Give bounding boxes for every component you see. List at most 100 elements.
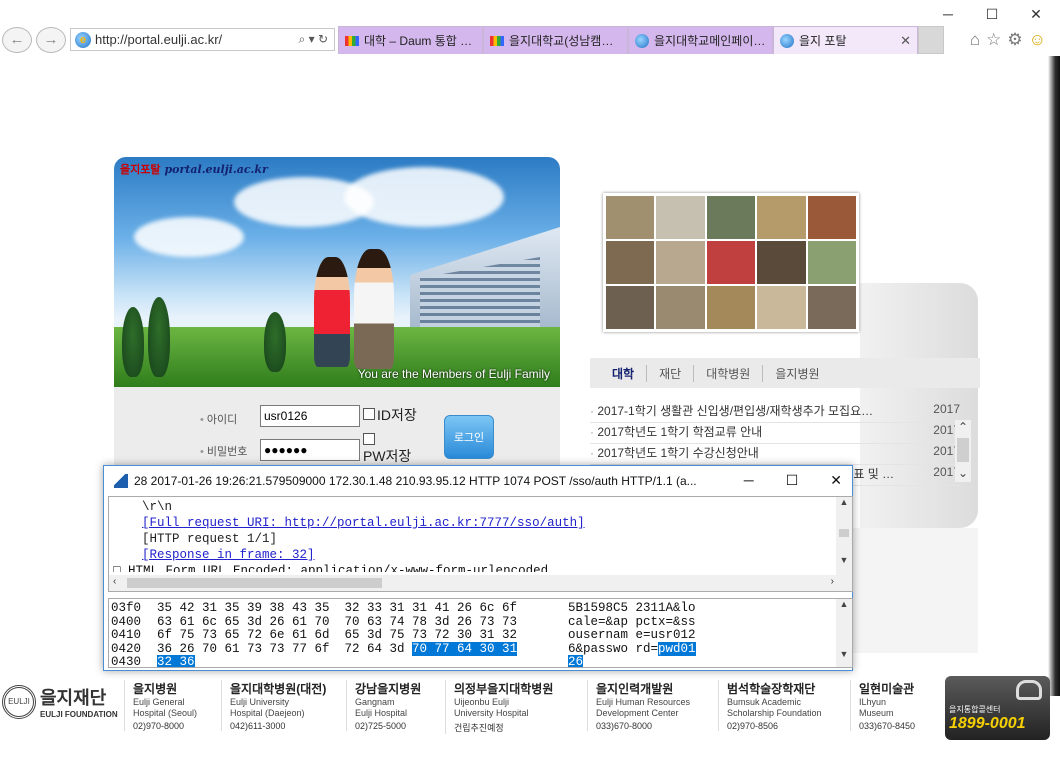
- brand-domain: portal.eulji.ac.kr: [164, 163, 268, 176]
- close-icon[interactable]: ✕: [1028, 6, 1044, 23]
- maximize-icon[interactable]: ☐: [984, 6, 1000, 23]
- scroll-thumb[interactable]: [127, 578, 382, 588]
- hex-row[interactable]: 0420 36 26 70 61 73 73 77 6f 72 64 3d 70…: [109, 641, 852, 657]
- footer-sub: Uijeonbu Eulji: [454, 697, 510, 707]
- favorites-star-icon[interactable]: ☆: [986, 30, 1001, 50]
- footer-sub: Development Center: [596, 708, 679, 718]
- new-tab-button[interactable]: [918, 26, 944, 54]
- tab-eulji-main[interactable]: 을지대학교메인페이…: [628, 26, 773, 54]
- footer-sub: Museum: [859, 708, 894, 718]
- hex-bytes[interactable]: 6f 75 73 65 72 6e 61 6d 65 3d 75 73 72 3…: [157, 628, 568, 643]
- hex-bytes[interactable]: 63 61 6c 65 3d 26 61 70 70 63 74 78 3d 2…: [157, 615, 568, 630]
- hex-row[interactable]: 0410 6f 75 73 65 72 6e 61 6d 65 3d 75 73…: [109, 628, 852, 643]
- feedback-smiley-icon[interactable]: ☺: [1029, 30, 1046, 50]
- call-center-badge[interactable]: 을지통합콜센터 1899-0001: [945, 676, 1050, 740]
- tab-university[interactable]: 대학: [600, 364, 648, 382]
- hex-dump-pane[interactable]: 03f0 35 42 31 35 39 38 43 35 32 33 31 31…: [108, 598, 853, 668]
- hex-ascii[interactable]: ousernam e=usr012: [568, 628, 728, 643]
- footer-eulji-univ-hospital[interactable]: 을지대학병원(대전) Eulji University Hospital (Da…: [221, 680, 326, 731]
- hex-ascii[interactable]: 5B1598C5 2311A&lo: [568, 601, 728, 616]
- checkbox-box[interactable]: [363, 433, 375, 445]
- news-title[interactable]: 표 및 …: [846, 465, 894, 485]
- news-item[interactable]: 2017학년도 1학기 수강신청안내2017: [590, 444, 960, 465]
- tab-eulji-hospital[interactable]: 을지병원: [763, 365, 831, 382]
- details-hscrollbar[interactable]: ‹ ›: [109, 575, 852, 591]
- packet-window-titlebar[interactable]: 28 2017-01-26 19:26:21.579509000 172.30.…: [104, 466, 852, 496]
- forward-button[interactable]: →: [36, 27, 66, 53]
- login-button[interactable]: 로그인: [444, 415, 494, 459]
- footer-phone: 02)970-8506: [727, 721, 779, 731]
- news-title[interactable]: 2017학년도 1학기 학점교류 안내: [590, 423, 762, 443]
- settings-gear-icon[interactable]: ⚙: [1007, 30, 1022, 50]
- packet-window-controls: ─ ☐ ✕: [744, 472, 842, 489]
- news-title[interactable]: 2017학년도 1학기 수강신청안내: [590, 444, 758, 464]
- hex-ascii[interactable]: 6&passwo rd=pwd01: [568, 641, 728, 657]
- tab-daum[interactable]: 대학 – Daum 통합 …: [338, 26, 483, 54]
- hex-bytes-plain: 6f 75 73 65 72 6e 61 6d 65 3d 75 73 72 3…: [157, 628, 518, 642]
- packet-details-pane[interactable]: \r\n [Full request URI: http://portal.eu…: [108, 496, 853, 592]
- news-item[interactable]: 2017학년도 1학기 학점교류 안내2017: [590, 423, 960, 444]
- tab-university-hospital[interactable]: 대학병원: [694, 364, 764, 382]
- foundation-logo[interactable]: EULJI 을지재단 EULJI FOUNDATION: [2, 684, 118, 719]
- ascii-plain: cale=&ap pctx=&ss: [568, 614, 696, 629]
- news-scrollbar[interactable]: ⌃ ⌄: [955, 420, 971, 482]
- hex-vscrollbar[interactable]: ▲ ▼: [836, 599, 852, 667]
- photo-tile: [706, 286, 756, 329]
- chevron-up-icon[interactable]: ▲: [836, 497, 852, 507]
- checkbox-box[interactable]: [363, 408, 375, 420]
- footer-uijeongbu-hospital[interactable]: 의정부을지대학병원 Uijeonbu Eulji University Hosp…: [445, 680, 553, 734]
- hex-bytes[interactable]: 32 36: [157, 655, 568, 667]
- chevron-right-icon[interactable]: ›: [831, 576, 834, 587]
- save-pw-checkbox[interactable]: PW저장: [363, 430, 423, 465]
- footer-ilhyun-museum[interactable]: 일현미술관 ILhyun Museum 033)670-8450: [850, 680, 915, 731]
- back-button[interactable]: ←: [2, 27, 32, 53]
- address-url[interactable]: http://portal.eulji.ac.kr/: [95, 32, 299, 47]
- footer-phone: 033)670-8000: [596, 721, 653, 731]
- footer-bumsuk-foundation[interactable]: 범석학술장학재단 Bumsuk Academic Scholarship Fou…: [718, 680, 822, 731]
- footer-sub: Gangnam: [355, 697, 395, 707]
- tab-foundation[interactable]: 재단: [647, 364, 695, 382]
- tab-eulji-portal[interactable]: 을지 포탈 ✕: [773, 26, 918, 54]
- tab-eulji-seongnam[interactable]: 을지대학교(성남캠…: [483, 26, 628, 54]
- minimize-icon[interactable]: ─: [744, 472, 754, 489]
- footer-eulji-hospital[interactable]: 을지병원 Eulji General Hospital (Seoul) 02)9…: [124, 680, 197, 731]
- footer-phone: 042)611-3000: [230, 721, 286, 731]
- hex-row[interactable]: 0400 63 61 6c 65 3d 26 61 70 70 63 74 78…: [109, 614, 852, 630]
- chevron-down-icon[interactable]: ▼: [836, 649, 852, 659]
- detail-line[interactable]: \r\n: [109, 500, 852, 516]
- chevron-down-icon[interactable]: ⌄: [955, 466, 971, 480]
- address-bar[interactable]: e http://portal.eulji.ac.kr/ ⌕ ▾ ↻: [70, 28, 335, 51]
- news-title[interactable]: 2017-1학기 생활관 신입생/편입생/재학생추가 모집요…: [590, 402, 873, 422]
- tab-close-icon[interactable]: ✕: [900, 33, 911, 49]
- hex-row[interactable]: 03f0 35 42 31 35 39 38 43 35 32 33 31 31…: [109, 601, 852, 616]
- minimize-icon[interactable]: ─: [940, 6, 956, 23]
- save-id-checkbox[interactable]: ID저장: [363, 405, 417, 425]
- address-actions[interactable]: ⌕ ▾ ↻: [299, 32, 328, 47]
- id-input[interactable]: [260, 405, 360, 427]
- scroll-thumb[interactable]: [957, 438, 969, 462]
- password-input[interactable]: [260, 439, 360, 461]
- hex-bytes[interactable]: 35 42 31 35 39 38 43 35 32 33 31 31 41 2…: [157, 601, 568, 616]
- maximize-icon[interactable]: ☐: [786, 472, 799, 489]
- details-vscrollbar[interactable]: ▲ ▼: [836, 497, 852, 575]
- chevron-down-icon[interactable]: ▼: [836, 555, 852, 565]
- footer-gangnam-hospital[interactable]: 강남을지병원 Gangnam Eulji Hospital 02)725-500…: [346, 680, 421, 731]
- news-item[interactable]: 2017-1학기 생활관 신입생/편입생/재학생추가 모집요… 2017: [590, 402, 960, 423]
- chevron-left-icon[interactable]: ‹: [113, 576, 116, 587]
- close-icon[interactable]: ✕: [830, 472, 842, 489]
- scroll-thumb[interactable]: [839, 529, 849, 537]
- news-photo-collage[interactable]: [603, 193, 859, 332]
- hex-bytes[interactable]: 36 26 70 61 73 73 77 6f 72 64 3d 70 77 6…: [157, 641, 568, 657]
- ascii-plain: 5B1598C5 2311A&lo: [568, 601, 696, 615]
- detail-line[interactable]: [HTTP request 1/1]: [109, 532, 852, 548]
- chevron-up-icon[interactable]: ⌃: [955, 420, 971, 434]
- home-icon[interactable]: ⌂: [970, 30, 980, 50]
- response-frame-link[interactable]: [Response in frame: 32]: [109, 548, 852, 564]
- hex-ascii[interactable]: cale=&ap pctx=&ss: [568, 614, 728, 630]
- hex-ascii[interactable]: 26: [568, 655, 728, 667]
- chevron-up-icon[interactable]: ▲: [836, 599, 852, 609]
- form-encoded-line[interactable]: □ HTML Form URL Encoded: application/x-w…: [109, 564, 852, 572]
- hex-row[interactable]: 0430 32 36 26: [109, 655, 852, 667]
- footer-hr-center[interactable]: 을지인력개발원 Eulji Human Resources Developmen…: [587, 680, 690, 731]
- full-request-uri-link[interactable]: [Full request URI: http://portal.eulji.a…: [109, 516, 852, 532]
